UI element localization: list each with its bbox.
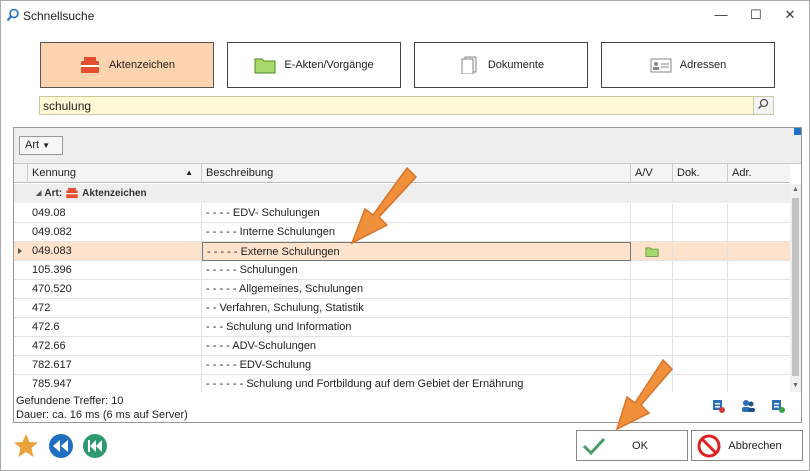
status-area: Gefundene Treffer: 10 Dauer: ca. 16 ms (… xyxy=(16,394,188,422)
close-button[interactable]: ✕ xyxy=(776,5,804,25)
document-icon xyxy=(461,56,477,74)
table-row[interactable]: 785.947 - - - - - - Schulung und Fortbil… xyxy=(14,375,790,392)
grid-rows: 049.08 - - - - EDV- Schulungen 049.082 -… xyxy=(14,204,790,392)
search-input[interactable] xyxy=(40,97,752,114)
users-icon[interactable] xyxy=(740,398,756,414)
table-row[interactable]: 472 - - Verfahren, Schulung, Statistik xyxy=(14,299,790,318)
table-row[interactable]: 049.082 - - - - - Interne Schulungen xyxy=(14,223,790,242)
table-row[interactable]: 472.66 - - - - ADV-Schulungen xyxy=(14,337,790,356)
minimize-button[interactable]: — xyxy=(707,5,735,25)
vertical-scrollbar[interactable]: ▲ ▼ xyxy=(790,184,801,392)
briefcase-icon xyxy=(80,57,99,73)
table-row[interactable]: 782.617 - - - - - EDV-Schulung xyxy=(14,356,790,375)
art-filter-button[interactable]: Art ▼ xyxy=(19,136,63,155)
category-label: Dokumente xyxy=(487,59,545,71)
category-aktenzeichen-button[interactable]: Aktenzeichen xyxy=(40,42,214,88)
search-icon xyxy=(757,98,769,110)
table-row[interactable]: 105.396 - - - - - Schulungen xyxy=(14,261,790,280)
cancel-icon xyxy=(697,434,721,457)
category-adressen-button[interactable]: Adressen xyxy=(601,42,775,88)
grid-header: Kennung ▲ Beschreibung A/V Dok. Adr. xyxy=(14,164,790,183)
search-duration: Dauer: ca. 16 ms (6 ms auf Server) xyxy=(16,409,188,421)
row-indicator-icon xyxy=(18,248,22,254)
scroll-up-icon[interactable]: ▲ xyxy=(790,184,801,196)
table-row[interactable]: 049.08 - - - - EDV- Schulungen xyxy=(14,204,790,223)
folder-icon xyxy=(645,247,659,257)
favorite-star-icon[interactable] xyxy=(13,433,39,459)
checkmark-icon xyxy=(582,437,606,455)
status-actions xyxy=(710,398,786,414)
grid-toolbar: Art ▼ xyxy=(14,128,801,164)
window-title: Schnellsuche xyxy=(23,9,95,23)
table-row[interactable]: 470.520 - - - - - Allgemeines, Schulunge… xyxy=(14,280,790,299)
scrollbar-thumb[interactable] xyxy=(792,198,799,376)
panel-corner-indicator xyxy=(794,128,801,135)
folder-icon xyxy=(254,58,276,74)
column-header-kennung[interactable]: Kennung ▲ xyxy=(28,164,202,183)
briefcase-icon xyxy=(66,187,78,199)
group-row[interactable]: ◢ Art: Aktenzeichen xyxy=(14,184,790,203)
maximize-button[interactable]: ☐ xyxy=(742,5,770,25)
search-button[interactable] xyxy=(753,97,773,114)
scroll-down-icon[interactable]: ▼ xyxy=(790,380,801,392)
export-list-icon[interactable] xyxy=(710,398,726,414)
category-dokumente-button[interactable]: Dokumente xyxy=(414,42,588,88)
search-box xyxy=(39,96,774,115)
column-header-dok[interactable]: Dok. xyxy=(673,164,728,183)
category-label: Adressen xyxy=(679,59,727,71)
refresh-list-icon[interactable] xyxy=(770,398,786,414)
table-row-selected[interactable]: 049.083 - - - - - Externe Schulungen xyxy=(14,242,790,261)
column-header-beschreibung[interactable]: Beschreibung xyxy=(202,164,631,183)
sort-ascending-icon: ▲ xyxy=(185,168,193,177)
search-icon xyxy=(6,8,19,22)
collapse-triangle-icon[interactable]: ◢ xyxy=(36,189,41,197)
hits-count: Gefundene Treffer: 10 xyxy=(16,395,124,407)
column-header-av[interactable]: A/V xyxy=(631,164,673,183)
quick-search-window: Schnellsuche — ☐ ✕ Aktenzeichen E-Akten/… xyxy=(0,0,810,471)
category-label: Aktenzeichen xyxy=(108,59,176,71)
back-icon[interactable] xyxy=(48,433,74,459)
address-card-icon xyxy=(650,58,672,73)
first-page-icon[interactable] xyxy=(82,433,108,459)
chevron-down-icon: ▼ xyxy=(42,141,51,150)
ok-button[interactable]: OK xyxy=(576,430,688,461)
title-bar: Schnellsuche — ☐ ✕ xyxy=(1,1,809,29)
column-header-adr[interactable]: Adr. xyxy=(728,164,790,183)
table-row[interactable]: 472.6 - - - Schulung und Information xyxy=(14,318,790,337)
cancel-button[interactable]: Abbrechen xyxy=(691,430,803,461)
results-panel: Art ▼ Kennung ▲ Beschreibung A/V Dok. Ad… xyxy=(13,127,802,423)
category-e-akten-button[interactable]: E-Akten/Vorgänge xyxy=(227,42,401,88)
category-label: E-Akten/Vorgänge xyxy=(284,59,374,71)
